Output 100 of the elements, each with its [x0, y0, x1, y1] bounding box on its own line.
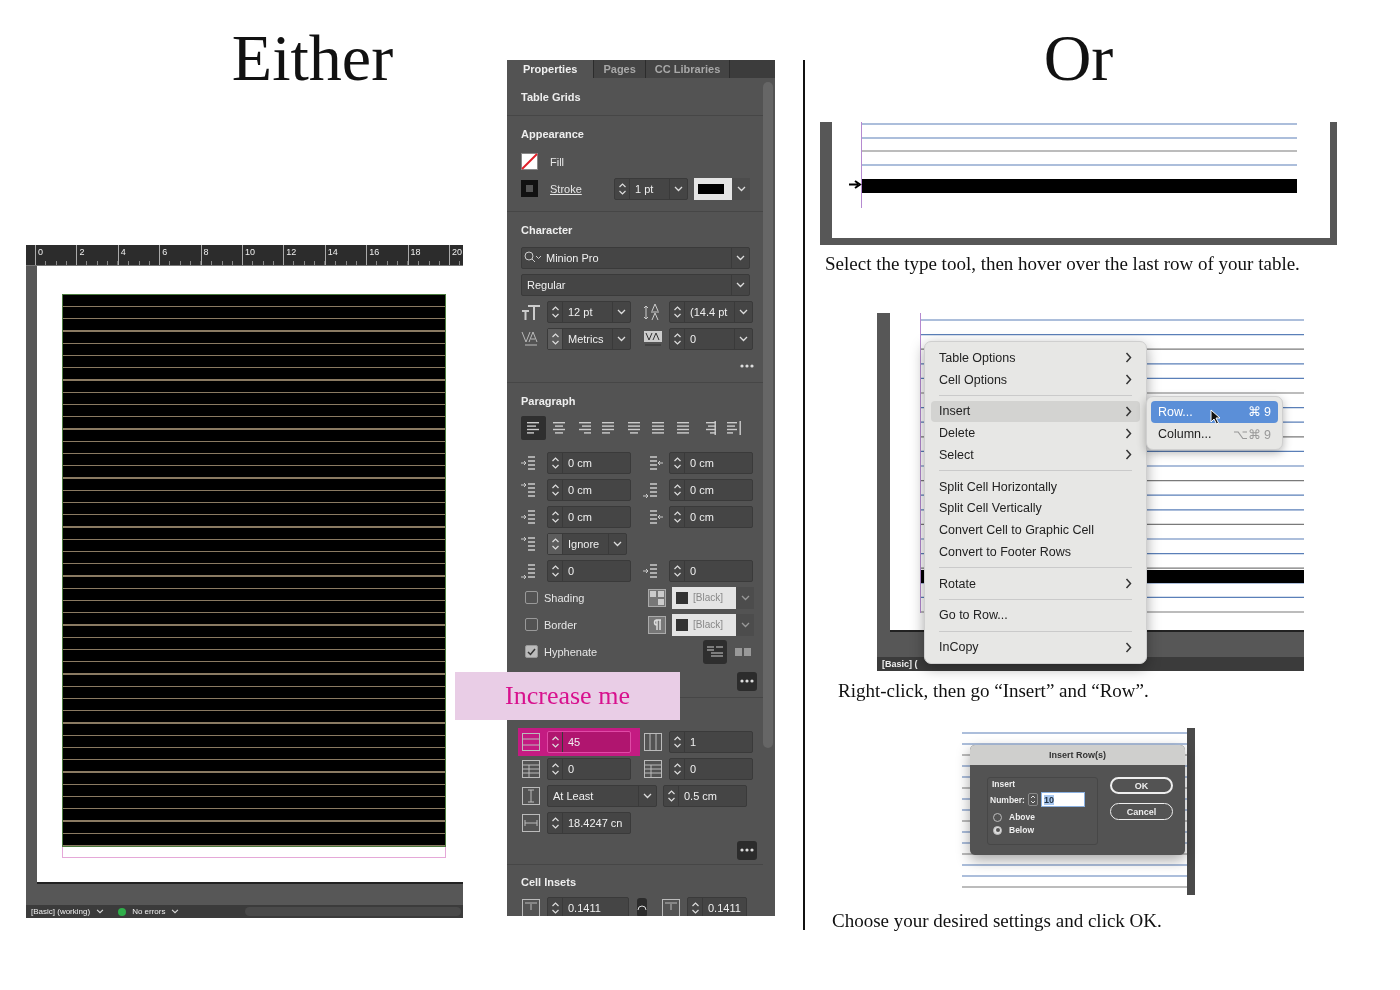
caption: Choose your desired settings and click OK.	[832, 910, 1163, 932]
number-field[interactable]: 0.1411	[687, 896, 747, 916]
number-field[interactable]: 1	[669, 730, 753, 753]
align-icon	[726, 421, 741, 435]
more-options-button[interactable]	[737, 671, 757, 691]
stroke-color-dropdown[interactable]	[694, 177, 750, 200]
number-field[interactable]: 18.4247 cn	[547, 811, 631, 834]
stepper-arrows-icon[interactable]	[617, 181, 627, 196]
chevron-down-icon[interactable]	[740, 621, 750, 628]
checkbox[interactable]	[525, 645, 538, 658]
menu-item[interactable]: Cell Options	[931, 368, 1140, 391]
menu-item[interactable]: Delete	[931, 422, 1140, 445]
field-label: Number:	[990, 794, 1025, 805]
menu-item[interactable]: Convert to Footer Rows	[931, 541, 1140, 563]
row-height-icon	[521, 785, 541, 806]
menu-item[interactable]: Split Cell Vertically	[931, 497, 1140, 520]
number-field[interactable]: 10	[1040, 792, 1085, 807]
stepper-arrows-icon[interactable]	[672, 304, 682, 319]
menu-item[interactable]: Split Cell Horizontally	[931, 475, 1140, 498]
checkbox-label: Shading	[544, 591, 585, 604]
callout: Increase me	[455, 672, 680, 720]
number-field[interactable]: 0	[547, 559, 631, 582]
row-selection-arrow-icon	[849, 180, 862, 189]
number-field[interactable]: 0	[669, 559, 753, 582]
more-options-button[interactable]	[737, 840, 757, 860]
chevron-down-icon[interactable]	[740, 594, 750, 601]
stroke-link[interactable]: Stroke	[550, 182, 608, 195]
number-field[interactable]: 0 cm	[547, 505, 631, 528]
stepper-arrows-icon[interactable]	[550, 509, 560, 524]
stepper-arrows-icon[interactable]	[672, 509, 682, 524]
number-field[interactable]: 0 cm	[669, 478, 753, 501]
scrollbar[interactable]	[763, 82, 773, 748]
number-field[interactable]: (14.4 pt	[669, 300, 753, 323]
stepper-arrows-icon[interactable]	[666, 788, 676, 803]
font-size-icon	[521, 302, 541, 321]
menu-item[interactable]: Rotate	[931, 572, 1140, 595]
stepper-arrows-icon[interactable]	[550, 900, 560, 915]
status-text: [Basic] (working)	[31, 907, 91, 916]
stepper-arrows-icon[interactable]	[672, 455, 682, 470]
color-swatch-icon	[676, 618, 688, 631]
link-button[interactable]	[637, 898, 647, 916]
checkbox-label: Border	[544, 618, 578, 631]
font-style-dropdown[interactable]: Regular	[521, 273, 750, 296]
stepper-arrows-icon[interactable]	[550, 482, 560, 497]
menu-item[interactable]: Select	[931, 444, 1140, 466]
number-field[interactable]: 0 cm	[669, 505, 753, 528]
menu-item[interactable]: Insert	[931, 400, 1140, 423]
number-field[interactable]: 0	[669, 757, 753, 780]
menu-item[interactable]: Go to Row...	[931, 604, 1140, 627]
number-field[interactable]: 0.5 cm	[663, 784, 747, 807]
align-icon	[576, 421, 591, 435]
stepper-arrows-icon[interactable]	[672, 563, 682, 578]
number-field[interactable]: 0.1411	[547, 896, 629, 916]
number-field[interactable]: 12 pt	[547, 300, 631, 323]
checkbox-label: Hyphenate	[544, 645, 598, 658]
number-field[interactable]: 45	[547, 730, 631, 753]
stepper-arrows-icon[interactable]	[550, 563, 560, 578]
stepper-arrows-icon[interactable]	[690, 900, 700, 915]
radio-option[interactable]: Below	[990, 825, 1097, 835]
font-family-dropdown[interactable]: Minion Pro	[521, 246, 750, 269]
chevron-down-icon	[171, 909, 180, 914]
stepper-arrows-icon[interactable]	[672, 482, 682, 497]
align-button[interactable]	[521, 416, 546, 440]
ruler-label: 16	[366, 245, 408, 265]
stepper-arrows-icon[interactable]	[550, 304, 560, 319]
panel-tab[interactable]: Pages	[594, 60, 646, 78]
panel-tab[interactable]: Properties	[507, 60, 595, 78]
menu-item[interactable]: Column... ⌥⌘ 9	[1151, 423, 1278, 445]
number-field[interactable]: 0 cm	[547, 478, 631, 501]
checkbox[interactable]	[525, 591, 538, 604]
columns-icon	[643, 731, 663, 752]
stepper-arrows-icon[interactable]	[672, 761, 682, 776]
section-heading: Paragraph	[521, 395, 576, 407]
number-field[interactable]: 0	[669, 327, 753, 350]
link-icon	[637, 904, 647, 911]
menu-item[interactable]: Convert Cell to Graphic Cell	[931, 519, 1140, 542]
panel-tab[interactable]: CC Libraries	[645, 60, 731, 78]
stepper-arrows-icon[interactable]	[672, 734, 682, 749]
menu-item[interactable]: InCopy	[931, 636, 1140, 659]
stroke-weight-field[interactable]: 1 pt	[614, 177, 688, 200]
composer-button[interactable]	[703, 639, 727, 664]
radio-option[interactable]: Above	[990, 812, 1097, 822]
dropdown-field[interactable]: At Least	[547, 784, 657, 807]
columns-icon	[735, 645, 751, 658]
stepper-arrows-icon[interactable]	[550, 455, 560, 470]
heading: Either	[231, 20, 394, 96]
checkbox[interactable]	[525, 618, 538, 631]
stepper-arrows-icon[interactable]	[672, 331, 682, 346]
menu-item[interactable]: Table Options	[931, 347, 1140, 369]
stepper-arrows-icon[interactable]	[550, 815, 560, 830]
number-field[interactable]: 0 cm	[547, 451, 631, 474]
more-icon	[740, 679, 754, 683]
stroke-swatch-icon[interactable]	[521, 180, 538, 197]
dialog-button[interactable]: OK	[1110, 777, 1173, 794]
align-icon	[601, 421, 616, 435]
no-fill-swatch-icon[interactable]	[521, 153, 538, 170]
stepper-arrows-icon[interactable]	[550, 734, 560, 749]
number-field[interactable]: 0 cm	[669, 451, 753, 474]
stepper-arrows-icon[interactable]	[550, 761, 560, 776]
number-field[interactable]: 0	[547, 757, 631, 780]
